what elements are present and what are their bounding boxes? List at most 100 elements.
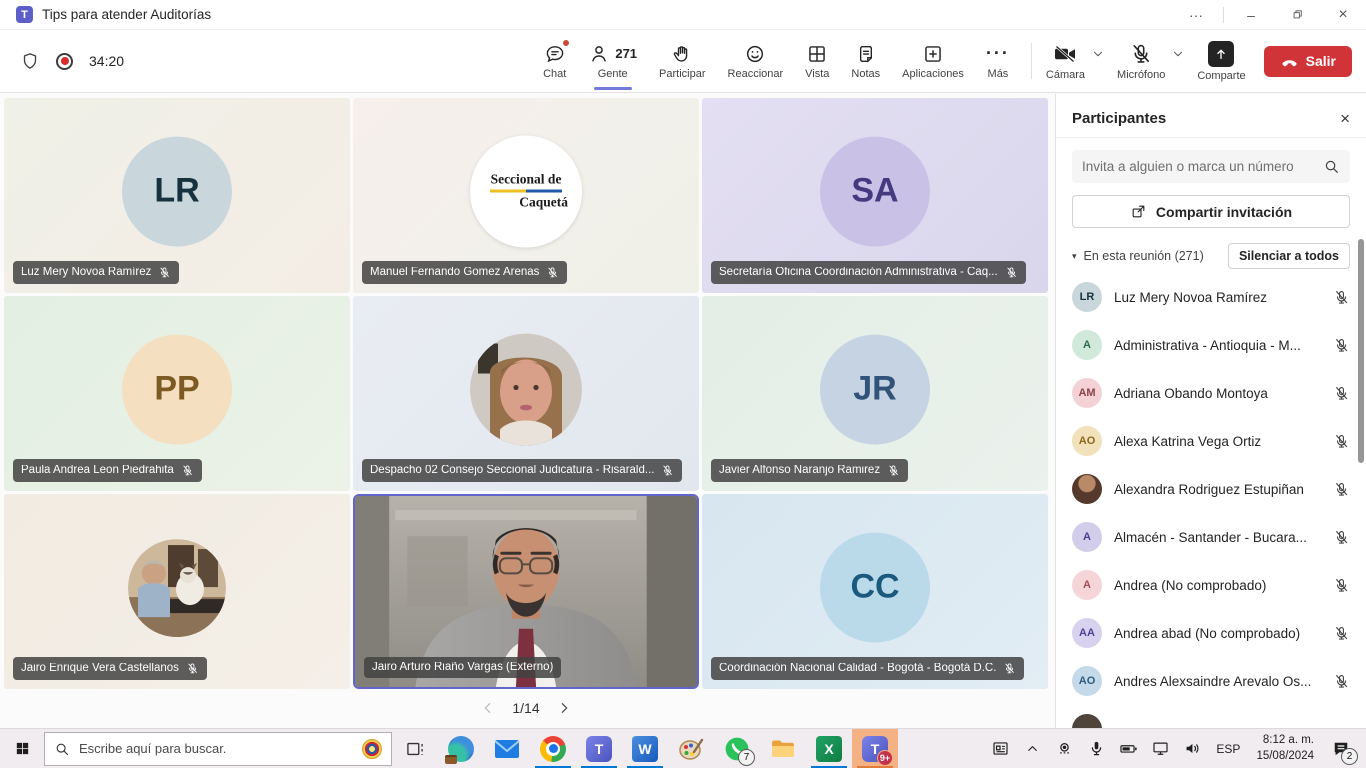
video-tile[interactable]: Jairo Enrique Vera Castellanos (4, 494, 350, 689)
panel-close-icon[interactable]: × (1340, 110, 1350, 127)
video-tile[interactable]: Despacho 02 Consejo Seccional Judicatura… (353, 296, 699, 491)
hidden-icons-chevron-icon[interactable] (1018, 729, 1046, 768)
taskbar-teams-classic-active[interactable]: T 9+ (852, 729, 898, 768)
people-icon: 271 (588, 42, 637, 65)
video-tile[interactable]: Seccional de Caquetá Manuel Fernando Gom… (353, 98, 699, 293)
video-grid: LR Luz Mery Novoa Ramírez Seccional de C… (0, 94, 1052, 689)
tab-notes[interactable]: Notas (840, 30, 891, 93)
windows-logo-icon (14, 740, 31, 757)
webcam-tray-icon[interactable] (1050, 729, 1078, 768)
muted-mic-icon[interactable] (1333, 385, 1350, 402)
muted-mic-icon[interactable] (1333, 625, 1350, 642)
share-button[interactable]: Comparte (1193, 41, 1249, 82)
avatar-photo (1072, 714, 1102, 728)
language-indicator[interactable]: ESP (1210, 742, 1246, 756)
taskbar-whatsapp[interactable]: 7 (714, 729, 760, 768)
active-speaker-video-tile[interactable]: Jairo Arturo Riaño Vargas (Externo) (353, 494, 699, 689)
muted-mic-icon[interactable] (1333, 577, 1350, 594)
list-item[interactable]: AM Adriana Obando Montoya (1056, 369, 1366, 417)
taskbar-search-input[interactable] (79, 741, 353, 756)
close-button[interactable]: × (1320, 0, 1366, 30)
task-view-button[interactable] (392, 729, 438, 768)
microphone-tray-icon[interactable] (1082, 729, 1110, 768)
list-item[interactable]: AO Alexa Katrina Vega Ortiz (1056, 417, 1366, 465)
avatar: JR (820, 334, 930, 444)
volume-icon[interactable] (1178, 729, 1206, 768)
taskbar-chrome[interactable] (530, 729, 576, 768)
minimize-button[interactable]: – (1228, 0, 1274, 30)
list-item[interactable]: A Almacén - Santander - Bucara... (1056, 513, 1366, 561)
mic-options-chevron-icon[interactable] (1171, 47, 1185, 61)
task-view-icon (405, 739, 425, 759)
avatar: AO (1072, 666, 1102, 696)
muted-mic-icon[interactable] (1333, 529, 1350, 546)
video-tile[interactable]: JR Javier Alfonso Naranjo Ramirez (702, 296, 1048, 491)
muted-mic-icon (158, 266, 171, 279)
taskbar-edge[interactable] (438, 729, 484, 768)
muted-mic-icon[interactable] (1333, 433, 1350, 450)
tab-chat[interactable]: Chat (532, 30, 577, 93)
taskbar-mail[interactable] (484, 729, 530, 768)
list-item[interactable]: AA Andrea abad (No comprobado) (1056, 609, 1366, 657)
title-bar: T Tips para atender Auditorías ··· – × (0, 0, 1366, 30)
toolbar-divider (1031, 43, 1032, 79)
list-item[interactable]: AO Andres Alexsaindre Arevalo Os... (1056, 657, 1366, 705)
camera-toggle-button[interactable]: Cámara (1042, 42, 1089, 81)
tab-people[interactable]: 271 Gente (577, 30, 648, 93)
video-tile[interactable]: CC Coordinación Nacional Calidad - Bogot… (702, 494, 1048, 689)
muted-mic-icon[interactable] (1333, 337, 1350, 354)
news-widget-icon[interactable] (986, 729, 1014, 768)
taskbar-word[interactable]: W (622, 729, 668, 768)
list-item[interactable]: LR Luz Mery Novoa Ramírez (1056, 273, 1366, 321)
leave-button[interactable]: Salir (1264, 46, 1352, 77)
tab-apps[interactable]: Aplicaciones (891, 30, 975, 93)
taskbar-search-box[interactable] (44, 732, 392, 766)
org-logo-avatar: Seccional de Caquetá (470, 135, 582, 247)
taskbar-paint[interactable] (668, 729, 714, 768)
tab-react[interactable]: Reaccionar (717, 30, 795, 93)
network-icon[interactable] (1146, 729, 1174, 768)
share-invitation-button[interactable]: Compartir invitación (1072, 195, 1350, 228)
taskbar-file-explorer[interactable] (760, 729, 806, 768)
taskbar-excel[interactable]: X (806, 729, 852, 768)
collapse-triangle-icon[interactable]: ▾ (1072, 251, 1077, 262)
video-tile[interactable]: LR Luz Mery Novoa Ramírez (4, 98, 350, 293)
tab-more[interactable]: ··· Más (975, 30, 1021, 93)
battery-icon[interactable] (1114, 729, 1142, 768)
avatar-photo (1072, 474, 1102, 504)
clock[interactable]: 8:12 a. m. 15/08/2024 (1250, 733, 1320, 764)
video-tile[interactable]: PP Paula Andrea Leon Piedrahita (4, 296, 350, 491)
muted-mic-icon[interactable] (1333, 481, 1350, 498)
page-next-chevron-icon[interactable] (556, 700, 572, 716)
tab-view[interactable]: Vista (794, 30, 840, 93)
shield-icon[interactable] (20, 51, 40, 71)
start-button[interactable] (0, 729, 44, 768)
muted-mic-icon[interactable] (1333, 673, 1350, 690)
page-previous-chevron-icon[interactable] (480, 700, 496, 716)
camera-options-chevron-icon[interactable] (1091, 47, 1105, 61)
invite-search-box[interactable] (1072, 150, 1350, 183)
window-more-button[interactable]: ··· (1173, 0, 1219, 30)
mic-toggle-button[interactable]: Micrófono (1113, 42, 1169, 81)
participant-name-label: Coordinación Nacional Calidad - Bogotá -… (711, 657, 1024, 680)
participant-name-label: Despacho 02 Consejo Seccional Judicatura… (362, 459, 682, 482)
coat-of-arms-icon (362, 739, 382, 759)
list-item[interactable] (1056, 705, 1366, 728)
folder-icon (770, 736, 796, 762)
list-item[interactable]: Alexandra Rodriguez Estupiñan (1056, 465, 1366, 513)
list-item[interactable]: A Andrea (No comprobado) (1056, 561, 1366, 609)
taskbar-teams[interactable]: T (576, 729, 622, 768)
mute-all-button[interactable]: Silenciar a todos (1228, 243, 1350, 269)
list-item[interactable]: A Administrativa - Antioquia - M... (1056, 321, 1366, 369)
action-center-button[interactable]: 2 (1324, 729, 1358, 768)
maximize-button[interactable] (1274, 0, 1320, 30)
muted-mic-icon[interactable] (1333, 289, 1350, 306)
tab-raise-hand[interactable]: Participar (648, 30, 716, 93)
invite-search-input[interactable] (1082, 159, 1315, 174)
avatar: A (1072, 570, 1102, 600)
tray-date: 15/08/2024 (1256, 750, 1314, 762)
video-tile[interactable]: SA Secretaría Oficina Coordinación Admin… (702, 98, 1048, 293)
panel-scrollbar-thumb[interactable] (1358, 239, 1364, 463)
meeting-status-group: 34:20 (20, 51, 124, 71)
teams-icon: T (586, 736, 612, 762)
